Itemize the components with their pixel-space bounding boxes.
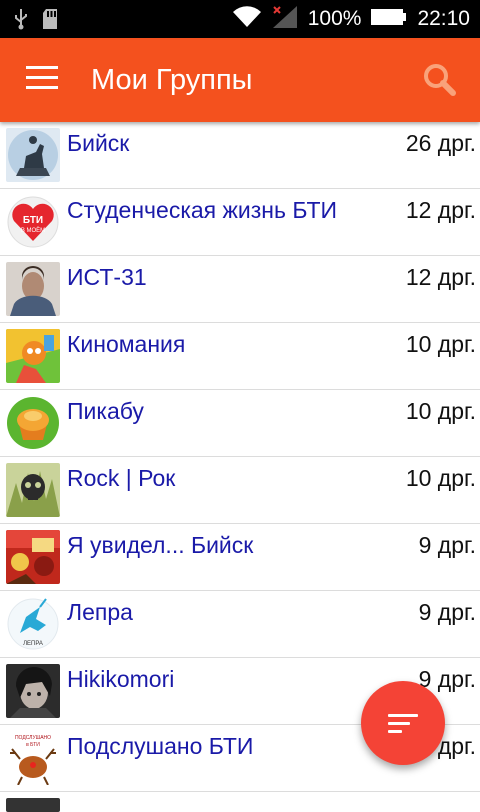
list-item[interactable]: Rock | Рок 10 дрг.: [0, 457, 480, 524]
menu-icon[interactable]: [26, 66, 58, 94]
svg-text:В МОЁМ: В МОЁМ: [21, 227, 45, 234]
group-count: 12 дрг.: [405, 264, 476, 290]
collage-avatar: [6, 530, 60, 584]
group-count: 10 дрг.: [405, 398, 476, 424]
status-bar: 100% 22:10: [0, 0, 480, 38]
battery-icon: [371, 7, 407, 32]
person-photo-avatar: [6, 262, 60, 316]
svg-text:ЛЕПРА: ЛЕПРА: [23, 641, 43, 647]
svg-text:ПОДСЛУШАНО: ПОДСЛУШАНО: [15, 735, 51, 741]
page-title: Мои Группы: [91, 64, 253, 96]
next-avatar: [6, 798, 60, 812]
group-name: ИСТ-31: [67, 264, 147, 290]
reindeer-avatar: ПОДСЛУШАНО в БТИ: [6, 731, 60, 785]
bti-heart-avatar: БТИ В МОЁМ: [6, 195, 60, 249]
monument-avatar: [6, 128, 60, 182]
group-count: 10 дрг.: [405, 331, 476, 357]
group-count: 12 дрг.: [405, 197, 476, 223]
group-name: Hikikomori: [67, 666, 175, 692]
svg-text:БТИ: БТИ: [23, 215, 43, 226]
clock: 22:10: [417, 7, 470, 30]
group-count: дрг.: [437, 733, 476, 759]
group-count: 10 дрг.: [405, 465, 476, 491]
wifi-icon: [232, 5, 262, 34]
group-name: Я увидел... Бийск: [67, 532, 254, 558]
app-bar: Мои Группы: [0, 38, 480, 122]
group-count: 9 дрг.: [418, 532, 476, 558]
list-item[interactable]: Я увидел... Бийск 9 дрг.: [0, 524, 480, 591]
cartoon-avatar: [6, 329, 60, 383]
list-item[interactable]: Пикабу 10 дрг.: [0, 390, 480, 457]
list-item[interactable]: БТИ В МОЁМ Студенческая жизнь БТИ 12 дрг…: [0, 189, 480, 256]
list-item[interactable]: ЛЕПРА Лепра 9 дрг.: [0, 591, 480, 658]
group-name: Rock | Рок: [67, 465, 176, 491]
group-name: Бийск: [67, 130, 130, 156]
unicorn-avatar: ЛЕПРА: [6, 597, 60, 651]
group-name: Подслушано БТИ: [67, 733, 254, 759]
no-signal-icon: [272, 5, 298, 34]
list-item[interactable]: Бийск 26 дрг.: [0, 122, 480, 189]
skull-avatar: [6, 463, 60, 517]
list-item[interactable]: ИСТ-31 12 дрг.: [0, 256, 480, 323]
sort-button[interactable]: [361, 681, 445, 765]
search-icon[interactable]: [420, 60, 460, 100]
group-name: Киномания: [67, 331, 186, 357]
group-name: Лепра: [67, 599, 133, 625]
battery-percent: 100%: [307, 7, 362, 30]
group-name: Студенческая жизнь БТИ: [67, 197, 338, 223]
list-item[interactable]: [0, 792, 480, 812]
group-name: Пикабу: [67, 398, 144, 424]
cupcake-avatar: [6, 396, 60, 450]
svg-text:в БТИ: в БТИ: [26, 742, 40, 748]
group-count: 9 дрг.: [418, 599, 476, 625]
group-count: 26 дрг.: [405, 130, 476, 156]
face-photo-avatar: [6, 664, 60, 718]
sd-card-icon: [42, 8, 58, 35]
usb-icon: [14, 8, 28, 35]
list-item[interactable]: Киномания 10 дрг.: [0, 323, 480, 390]
